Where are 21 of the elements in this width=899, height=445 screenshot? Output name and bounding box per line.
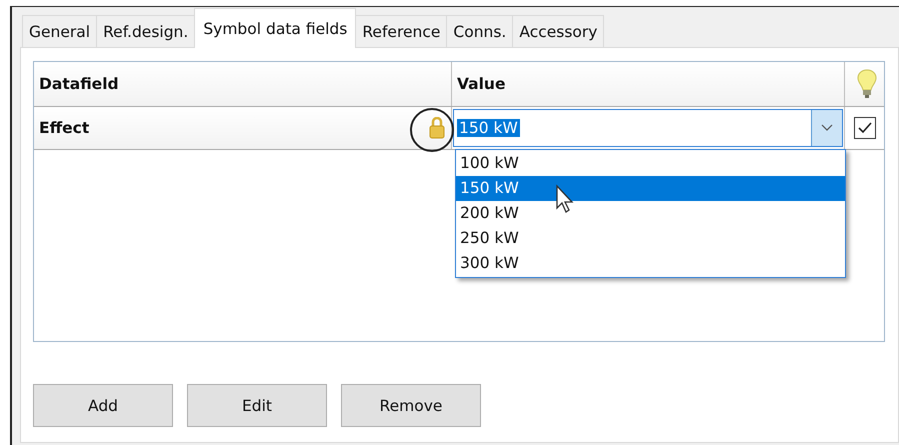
chevron-down-icon <box>821 124 833 132</box>
action-button[interactable]: Remove <box>341 384 481 427</box>
table-cell: Effect <box>39 119 90 137</box>
action-button[interactable]: Add <box>33 384 173 427</box>
tab[interactable]: Accessory <box>512 15 604 47</box>
highlight-circle <box>409 107 455 153</box>
light-bulb-icon <box>857 69 877 99</box>
column-header: Value <box>452 62 845 106</box>
dropdown-option[interactable]: 250 kW <box>456 226 845 251</box>
tab[interactable]: General <box>22 15 98 47</box>
dropdown-option[interactable]: 100 kW <box>456 151 845 176</box>
selected-text: 150 kW <box>457 119 520 137</box>
dropdown-option[interactable]: 200 kW <box>456 201 845 226</box>
dropdown-option[interactable]: 300 kW <box>456 251 845 276</box>
tab[interactable]: Symbol data fields <box>194 8 356 48</box>
dropdown-option[interactable]: 150 kW <box>456 176 845 201</box>
action-button[interactable]: Edit <box>187 384 327 427</box>
checkbox[interactable] <box>854 117 876 139</box>
value-dropdown[interactable]: 150 kW <box>453 109 843 147</box>
checkmark-icon <box>856 121 872 135</box>
column-header: Datafield <box>34 62 452 106</box>
